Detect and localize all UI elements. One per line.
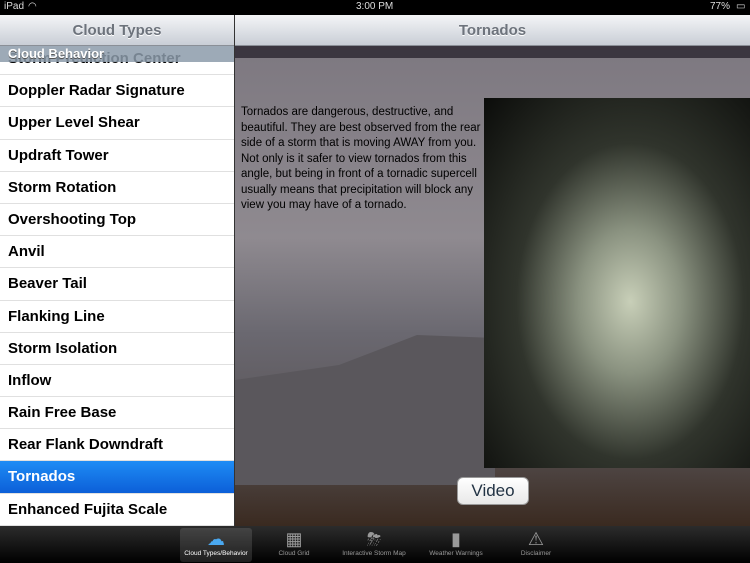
list-item[interactable]: Upper Level Shear <box>0 107 234 140</box>
alert-triangle-icon: ⚠ <box>527 529 545 549</box>
tab-label: Disclaimer <box>520 550 552 557</box>
list-item[interactable]: Overshooting Top <box>0 204 234 237</box>
detail-title: Tornados <box>235 15 750 46</box>
master-panel: Cloud Types Cloud Behavior Storm Predict… <box>0 15 235 526</box>
tab-label: Weather Warnings <box>429 550 483 557</box>
tab-label: Cloud Grid <box>278 550 310 557</box>
topic-list[interactable]: Storm Prediction CenterDoppler Radar Sig… <box>0 43 234 526</box>
status-bar: iPad ◠ 3:00 PM 77% ▭ <box>0 0 750 15</box>
tab-alert-triangle[interactable]: ⚠ Disclaimer <box>500 528 572 562</box>
list-item[interactable]: Doppler Radar Signature <box>0 75 234 108</box>
tab-storm[interactable]: ⛈ Interactive Storm Map <box>338 528 410 562</box>
list-item[interactable]: Tornados <box>0 461 234 494</box>
list-item[interactable]: Storm Rotation <box>0 172 234 204</box>
list-item[interactable]: Updraft Tower <box>0 140 234 172</box>
tornado-photo <box>484 98 750 468</box>
tab-grid[interactable]: ▦ Cloud Grid <box>258 528 330 562</box>
tab-label: Interactive Storm Map <box>342 550 406 557</box>
list-item[interactable]: Inflow <box>0 365 234 398</box>
list-item[interactable]: Rear Flank Downdraft <box>0 429 234 462</box>
tab-label: Cloud Types/Behavior <box>184 550 248 557</box>
section-header: Cloud Behavior <box>0 46 234 62</box>
tab-bar: ☁ Cloud Types/Behavior ▦ Cloud Grid ⛈ Interac… <box>0 526 750 563</box>
detail-panel: Tornados Tornados are dangerous, destruc… <box>235 15 750 526</box>
master-title: Cloud Types <box>0 15 234 46</box>
battery-icon: ▭ <box>736 1 746 12</box>
tab-cloud[interactable]: ☁ Cloud Types/Behavior <box>180 528 252 562</box>
wifi-icon: ◠ <box>28 1 37 12</box>
list-item[interactable]: Enhanced Fujita Scale <box>0 494 234 526</box>
grid-icon: ▦ <box>285 529 303 549</box>
list-item[interactable]: Beaver Tail <box>0 268 234 301</box>
list-item[interactable]: Storm Isolation <box>0 333 234 365</box>
clock: 3:00 PM <box>356 1 394 12</box>
storm-icon: ⛈ <box>366 529 382 549</box>
battery-label: 77% <box>710 1 731 12</box>
video-button[interactable]: Video <box>457 477 529 505</box>
list-item[interactable]: Anvil <box>0 236 234 269</box>
warning-sign-icon: ▮ <box>451 529 461 549</box>
cloud-icon: ☁ <box>207 529 225 549</box>
background-band <box>235 46 750 58</box>
list-item[interactable]: Rain Free Base <box>0 397 234 430</box>
description-text: Tornados are dangerous, destructive, and… <box>241 106 481 211</box>
device-label: iPad <box>4 1 25 12</box>
list-item[interactable]: Flanking Line <box>0 301 234 333</box>
tab-warning-sign[interactable]: ▮ Weather Warnings <box>420 528 492 562</box>
